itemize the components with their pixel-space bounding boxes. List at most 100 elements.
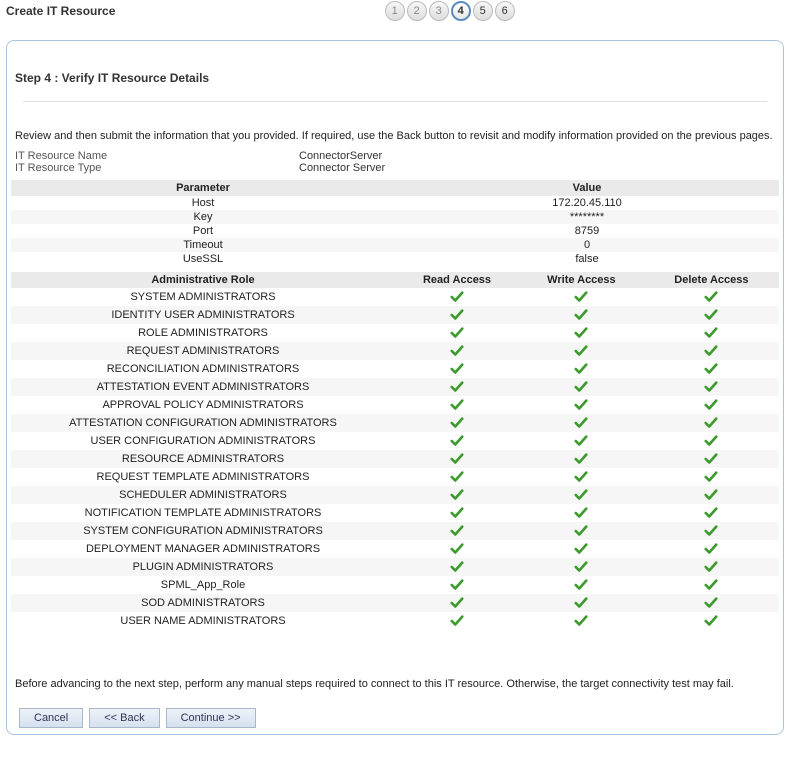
check-icon: [704, 363, 718, 375]
role-name: SYSTEM CONFIGURATION ADMINISTRATORS: [11, 522, 395, 540]
role-read-cell: [395, 378, 519, 396]
check-icon: [450, 291, 464, 303]
check-icon: [450, 309, 464, 321]
role-del-cell: [644, 558, 779, 576]
check-icon: [450, 327, 464, 339]
role-name: PLUGIN ADMINISTRATORS: [11, 558, 395, 576]
check-icon: [450, 453, 464, 465]
page-title: Create IT Resource: [6, 4, 115, 18]
role-read-cell: [395, 576, 519, 594]
role-name: NOTIFICATION TEMPLATE ADMINISTRATORS: [11, 504, 395, 522]
role-read-cell: [395, 306, 519, 324]
role-write-cell: [519, 378, 644, 396]
check-icon: [574, 597, 588, 609]
resource-name-value: ConnectorServer: [299, 150, 775, 162]
check-icon: [704, 507, 718, 519]
check-icon: [574, 327, 588, 339]
wizard-step-3[interactable]: 3: [429, 1, 449, 21]
role-del-cell: [644, 342, 779, 360]
check-icon: [574, 417, 588, 429]
check-icon: [704, 579, 718, 591]
role-del-cell: [644, 360, 779, 378]
wizard-step-6: 6: [495, 1, 515, 21]
check-icon: [450, 363, 464, 375]
role-header-write: Write Access: [519, 272, 644, 288]
role-row: ATTESTATION EVENT ADMINISTRATORS: [11, 378, 779, 396]
role-row: APPROVAL POLICY ADMINISTRATORS: [11, 396, 779, 414]
check-icon: [704, 489, 718, 501]
check-icon: [450, 579, 464, 591]
role-row: SYSTEM ADMINISTRATORS: [11, 288, 779, 306]
check-icon: [450, 381, 464, 393]
role-row: SPML_App_Role: [11, 576, 779, 594]
role-name: ATTESTATION EVENT ADMINISTRATORS: [11, 378, 395, 396]
check-icon: [574, 399, 588, 411]
role-write-cell: [519, 594, 644, 612]
role-name: RESOURCE ADMINISTRATORS: [11, 450, 395, 468]
role-write-cell: [519, 468, 644, 486]
role-read-cell: [395, 468, 519, 486]
check-icon: [450, 345, 464, 357]
check-icon: [450, 543, 464, 555]
param-name: UseSSL: [11, 252, 395, 266]
check-icon: [450, 507, 464, 519]
role-row: ROLE ADMINISTRATORS: [11, 324, 779, 342]
param-row: Host172.20.45.110: [11, 196, 779, 210]
role-del-cell: [644, 522, 779, 540]
check-icon: [574, 615, 588, 627]
check-icon: [574, 507, 588, 519]
role-row: IDENTITY USER ADMINISTRATORS: [11, 306, 779, 324]
role-header-read: Read Access: [395, 272, 519, 288]
role-del-cell: [644, 324, 779, 342]
wizard-step-2[interactable]: 2: [407, 1, 427, 21]
role-name: SPML_App_Role: [11, 576, 395, 594]
check-icon: [704, 453, 718, 465]
check-icon: [450, 489, 464, 501]
role-name: SYSTEM ADMINISTRATORS: [11, 288, 395, 306]
back-button[interactable]: << Back: [89, 708, 159, 728]
cancel-button[interactable]: Cancel: [19, 708, 83, 728]
role-read-cell: [395, 288, 519, 306]
role-del-cell: [644, 468, 779, 486]
role-read-cell: [395, 342, 519, 360]
check-icon: [574, 435, 588, 447]
wizard-step-1[interactable]: 1: [385, 1, 405, 21]
check-icon: [704, 327, 718, 339]
check-icon: [574, 543, 588, 555]
role-write-cell: [519, 558, 644, 576]
role-del-cell: [644, 450, 779, 468]
role-read-cell: [395, 414, 519, 432]
role-del-cell: [644, 594, 779, 612]
check-icon: [704, 309, 718, 321]
role-write-cell: [519, 342, 644, 360]
continue-button[interactable]: Continue >>: [166, 708, 256, 728]
check-icon: [574, 291, 588, 303]
role-row: ATTESTATION CONFIGURATION ADMINISTRATORS: [11, 414, 779, 432]
role-row: USER NAME ADMINISTRATORS: [11, 612, 779, 630]
role-name: IDENTITY USER ADMINISTRATORS: [11, 306, 395, 324]
param-value: 8759: [395, 224, 779, 238]
role-write-cell: [519, 450, 644, 468]
wizard-panel: Step 4 : Verify IT Resource Details Revi…: [6, 40, 784, 735]
check-icon: [704, 543, 718, 555]
role-read-cell: [395, 594, 519, 612]
role-name: ATTESTATION CONFIGURATION ADMINISTRATORS: [11, 414, 395, 432]
wizard-steps: 123456: [115, 1, 784, 21]
role-row: PLUGIN ADMINISTRATORS: [11, 558, 779, 576]
role-name: RECONCILIATION ADMINISTRATORS: [11, 360, 395, 378]
role-name: REQUEST TEMPLATE ADMINISTRATORS: [11, 468, 395, 486]
role-read-cell: [395, 396, 519, 414]
role-row: SYSTEM CONFIGURATION ADMINISTRATORS: [11, 522, 779, 540]
param-name: Host: [11, 196, 395, 210]
role-del-cell: [644, 540, 779, 558]
role-write-cell: [519, 504, 644, 522]
check-icon: [574, 471, 588, 483]
check-icon: [450, 471, 464, 483]
role-write-cell: [519, 432, 644, 450]
role-del-cell: [644, 486, 779, 504]
role-write-cell: [519, 360, 644, 378]
param-row: Timeout0: [11, 238, 779, 252]
role-del-cell: [644, 378, 779, 396]
intro-text: Review and then submit the information t…: [11, 130, 779, 150]
parameter-table: Parameter Value Host172.20.45.110Key****…: [11, 180, 779, 266]
